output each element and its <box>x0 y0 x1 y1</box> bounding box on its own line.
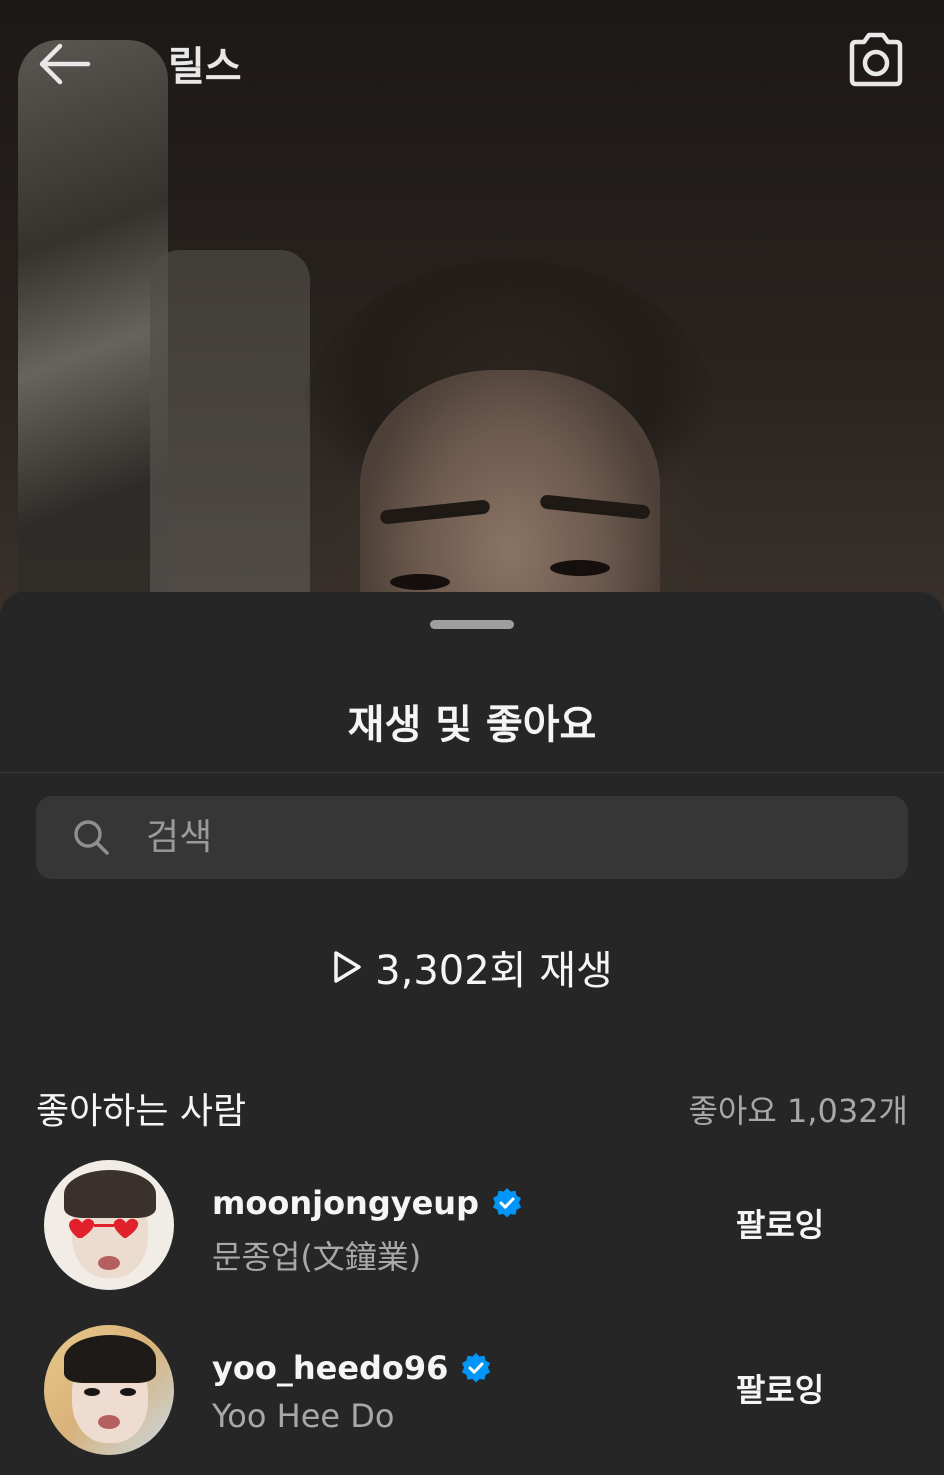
left-eye <box>390 574 450 590</box>
sheet-title: 재생 및 좋아요 <box>347 702 597 748</box>
full-name: Yoo Hee Do <box>212 1397 395 1435</box>
right-eye <box>550 560 610 576</box>
camera-icon[interactable] <box>846 30 906 88</box>
hanging-shirt <box>150 250 310 600</box>
plays-likes-sheet: 재생 및 좋아요 3,302회 재생 좋아하는 사람 좋아요 1,032개 <box>0 592 944 1475</box>
avatar-eyes <box>84 1388 136 1396</box>
search-bar[interactable] <box>36 796 908 879</box>
search-icon <box>74 820 109 855</box>
sheet-drag-handle[interactable] <box>430 620 514 629</box>
avatar[interactable] <box>44 1160 174 1290</box>
username[interactable]: yoo_heedo96 <box>212 1349 448 1387</box>
divider <box>0 772 944 773</box>
verified-badge-icon <box>492 1188 521 1218</box>
following-button[interactable]: 팔로잉 <box>700 1188 860 1258</box>
username[interactable]: moonjongyeup <box>212 1184 479 1222</box>
heart-glasses <box>69 1218 139 1238</box>
likes-count: 좋아요 1,032개 <box>688 1092 908 1130</box>
plays-count-text: 3,302회 재생 <box>375 948 613 994</box>
person-face <box>360 370 660 630</box>
search-input[interactable] <box>146 796 886 879</box>
liker-row[interactable]: yoo_heedo96 Yoo Hee Do 팔로잉 <box>0 1325 944 1465</box>
play-icon <box>334 951 361 983</box>
likers-label: 좋아하는 사람 <box>36 1091 247 1132</box>
liker-row[interactable]: moonjongyeup 문종업(文鐘業) 팔로잉 <box>0 1160 944 1300</box>
avatar[interactable] <box>44 1325 174 1455</box>
username-wrap: moonjongyeup <box>212 1184 523 1222</box>
full-name: 문종업(文鐘業) <box>212 1238 422 1276</box>
top-bar: 릴스 <box>0 0 944 130</box>
following-button[interactable]: 팔로잉 <box>700 1353 860 1423</box>
back-arrow-icon[interactable] <box>36 40 92 88</box>
page-title: 릴스 <box>168 44 242 90</box>
verified-badge-icon <box>462 1353 491 1383</box>
username-wrap: yoo_heedo96 <box>212 1349 492 1387</box>
plays-count: 3,302회 재생 <box>0 938 944 996</box>
